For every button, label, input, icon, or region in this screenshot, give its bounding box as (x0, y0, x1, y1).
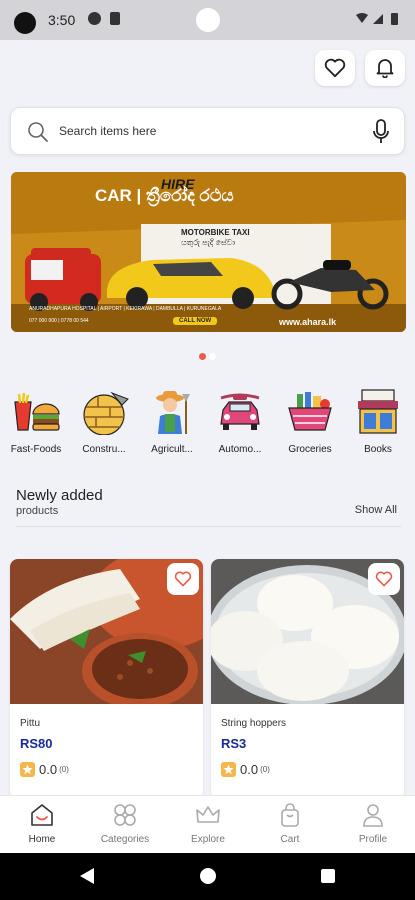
nav-label: Home (28, 834, 56, 845)
category-agriculture[interactable]: Agricult... (140, 386, 204, 455)
nav-profile[interactable]: Profile (338, 802, 408, 845)
rating-count: (0) (59, 765, 69, 774)
nav-home[interactable]: Home (7, 802, 77, 845)
category-groceries[interactable]: Groceries (278, 386, 342, 455)
banner-headline-2: CAR | ත්‍රීරෝද රථය (95, 186, 234, 205)
nav-label: Categories (100, 834, 150, 845)
category-fast-foods[interactable]: Fast-Foods (4, 386, 68, 455)
grocery-basket-icon (288, 392, 332, 431)
recents-icon[interactable] (320, 868, 336, 884)
crown-icon (196, 806, 220, 823)
section-divider (16, 526, 401, 527)
product-rating: 0.0 (0) (221, 762, 270, 777)
sim-icon (110, 12, 120, 25)
rating-value: 0.0 (39, 762, 58, 777)
category-label: Automo... (218, 444, 262, 455)
camera-cutout (14, 12, 36, 34)
categories-icon (114, 804, 136, 826)
category-label: Books (364, 444, 392, 455)
car-icon (220, 393, 260, 430)
signal-battery-icon (356, 13, 398, 25)
farmer-icon (156, 391, 190, 434)
heart-icon (375, 571, 393, 587)
back-icon[interactable] (78, 867, 96, 885)
category-books[interactable]: Books (346, 386, 410, 455)
carousel-dot[interactable] (209, 353, 216, 360)
heart-icon (324, 58, 346, 78)
section-title: Newly added (16, 487, 103, 504)
product-rating: 0.0 (0) (20, 762, 69, 777)
product-name: String hoppers (221, 718, 287, 729)
home-icon (31, 804, 53, 826)
product-card-string-hoppers[interactable]: String hoppers RS3 0.0 (0) (211, 559, 404, 799)
banner-sub-si: යතුරු පැදි සේවා (181, 238, 236, 247)
promo-banner[interactable]: HIRE CAR | ත්‍රීරෝද රථය MOTORBIKE TAXI ය… (11, 172, 406, 332)
category-automobile[interactable]: Automo... (208, 386, 272, 455)
search-bar[interactable]: Search items here (10, 107, 405, 155)
star-icon (20, 762, 35, 777)
banner-footer-1: ANURADHAPURA HOSPITAL | AIRPORT | KEKIRA… (29, 306, 222, 312)
category-construction[interactable]: Constru... (72, 386, 136, 455)
banner-website: www.ahara.lk (279, 317, 337, 327)
banner-call-now: CALL NOW (173, 317, 218, 325)
category-label: Fast-Foods (10, 444, 62, 455)
wishlist-toggle[interactable] (368, 563, 400, 595)
banner-footer-2: 077 000 000 | 0778 00 544 (29, 318, 89, 324)
profile-icon (363, 804, 383, 827)
nav-label: Cart (280, 834, 300, 845)
nav-categories[interactable]: Categories (90, 802, 160, 845)
section-subtitle: products (16, 505, 59, 517)
wishlist-toggle[interactable] (167, 563, 199, 595)
category-label: Agricult... (151, 444, 193, 455)
nav-explore[interactable]: Explore (173, 802, 243, 845)
status-time: 3:50 (48, 12, 76, 28)
app-notification-icon (88, 12, 101, 25)
system-nav-bar (0, 853, 415, 900)
bottom-nav: Home Categories Explore Cart Profile (0, 795, 415, 853)
product-card-pittu[interactable]: Pittu RS80 0.0 (0) (10, 559, 203, 799)
category-label: Groceries (288, 444, 332, 455)
front-camera (196, 8, 220, 32)
nav-label: Explore (191, 834, 225, 845)
nav-label: Profile (358, 834, 388, 845)
star-icon (221, 762, 236, 777)
bookshop-icon (358, 389, 398, 434)
banner-sub: MOTORBIKE TAXI (181, 228, 250, 237)
notifications-button[interactable] (365, 50, 405, 86)
home-circle-icon[interactable] (199, 867, 217, 885)
fast-food-icon (14, 392, 60, 431)
search-input[interactable]: Search items here (59, 124, 156, 138)
search-icon (28, 122, 48, 142)
product-name: Pittu (20, 718, 41, 729)
product-price: RS3 (221, 736, 247, 751)
wishlist-button[interactable] (315, 50, 355, 86)
show-all-link[interactable]: Show All (355, 504, 397, 516)
construction-icon (83, 391, 129, 435)
cart-bag-icon (281, 803, 299, 827)
rating-value: 0.0 (240, 762, 259, 777)
carousel-dot-active[interactable] (199, 353, 206, 360)
bell-icon (376, 59, 394, 78)
category-label: Constru... (82, 444, 126, 455)
nav-cart[interactable]: Cart (255, 802, 325, 845)
heart-icon (174, 571, 192, 587)
product-price: RS80 (20, 736, 53, 751)
status-bar: 3:50 (0, 0, 415, 40)
rating-count: (0) (260, 765, 270, 774)
microphone-icon[interactable] (372, 118, 390, 146)
